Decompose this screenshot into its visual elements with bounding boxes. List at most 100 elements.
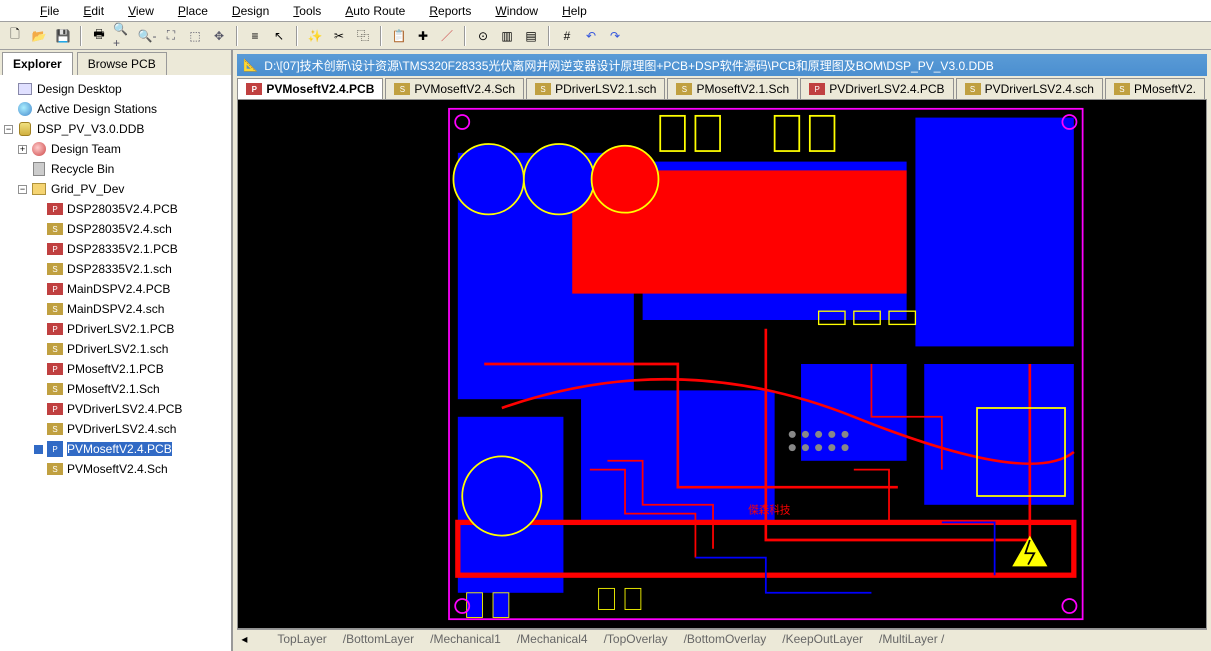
doc-tab-pvdriverlsv2-4-sch[interactable]: SPVDriverLSV2.4.sch — [956, 78, 1103, 100]
tree-file-maindspv2-4-pcb[interactable]: PMainDSPV2.4.PCB — [0, 279, 231, 299]
tree-file-label: PVDriverLSV2.4.PCB — [67, 402, 182, 416]
doc-tab-pdriverlsv2-1-sch[interactable]: SPDriverLSV2.1.sch — [526, 78, 665, 100]
document-path: D:\[07]技术创新\设计资源\TMS320F28335光伏离网并网逆变器设计… — [264, 57, 994, 74]
copy-button[interactable]: ⿻ — [352, 25, 374, 47]
doc-tab-pmoseftv2-[interactable]: S PMoseftV2. — [1105, 78, 1205, 100]
pcb-canvas[interactable]: 傑森科技 — [237, 99, 1207, 629]
zoom-in-button[interactable]: 🔍+ — [112, 25, 134, 47]
select-button[interactable]: ↖ — [268, 25, 290, 47]
tree-file-label: PMoseftV2.1.Sch — [67, 382, 160, 396]
zoom-out-button[interactable]: 🔍- — [136, 25, 158, 47]
tree-design-team[interactable]: +Design Team — [0, 139, 231, 159]
pan-button[interactable]: ✥ — [208, 25, 230, 47]
tree-file-dsp28035v2-4-pcb[interactable]: PDSP28035V2.4.PCB — [0, 199, 231, 219]
via-button[interactable]: ⊙ — [472, 25, 494, 47]
doc-tab-pmoseftv2-1-sch[interactable]: S PMoseftV2.1.Sch — [667, 78, 798, 100]
tree-file-maindspv2-4-sch[interactable]: SMainDSPV2.4.sch — [0, 299, 231, 319]
zoom-sel-button[interactable]: ⬚ — [184, 25, 206, 47]
tree-file-label: DSP28035V2.4.PCB — [67, 202, 178, 216]
menu-tools[interactable]: Tools — [283, 2, 331, 20]
menu-file[interactable]: File — [30, 2, 69, 20]
tree-file-pmoseftv2-1-pcb[interactable]: PPMoseftV2.1.PCB — [0, 359, 231, 379]
menu-place[interactable]: Place — [168, 2, 218, 20]
tab-icon: S — [1114, 83, 1130, 95]
open-button[interactable]: 📂 — [28, 25, 50, 47]
tab-icon: P — [246, 83, 262, 95]
left-panel-tabs: Explorer Browse PCB — [0, 50, 231, 75]
tab-icon: P — [809, 83, 825, 95]
menu-edit[interactable]: Edit — [73, 2, 114, 20]
tree-file-label: MainDSPV2.4.PCB — [67, 282, 170, 296]
layer-tab-bottomlayer[interactable]: /BottomLayer — [337, 631, 420, 647]
layer-tab-multilayer[interactable]: /MultiLayer / — [873, 631, 950, 647]
tree-file-pmoseftv2-1-sch[interactable]: SPMoseftV2.1.Sch — [0, 379, 231, 399]
tab-label: PMoseftV2.1.Sch — [696, 82, 789, 96]
tree-active-stations[interactable]: Active Design Stations — [0, 99, 231, 119]
title-icon: 📐 — [243, 58, 258, 72]
tab-icon: S — [394, 83, 410, 95]
comp1-button[interactable]: ▥ — [496, 25, 518, 47]
tree-recycle-bin[interactable]: Recycle Bin — [0, 159, 231, 179]
undo-button[interactable]: ↶ — [580, 25, 602, 47]
tree-file-pvmoseftv2-4-pcb[interactable]: PPVMoseftV2.4.PCB — [0, 439, 231, 459]
menu-auto-route[interactable]: Auto Route — [335, 2, 415, 20]
menu-help[interactable]: Help — [552, 2, 597, 20]
doc-tab-pvmoseftv2-4-pcb[interactable]: P PVMoseftV2.4.PCB — [237, 78, 383, 100]
tree-file-pdriverlsv2-1-pcb[interactable]: PPDriverLSV2.1.PCB — [0, 319, 231, 339]
zoom-fit-button[interactable]: ⛶ — [160, 25, 182, 47]
toolbar: 🗋📂💾 🖶🔍+🔍-⛶⬚✥ ≡↖ ✨✂⿻ 📋✚／ ⊙▥▤ #↶↷ — [0, 22, 1211, 50]
menu-reports[interactable]: Reports — [419, 2, 481, 20]
tab-label: PMoseftV2. — [1134, 82, 1196, 96]
layer-tab-mechanical1[interactable]: /Mechanical1 — [424, 631, 507, 647]
layer-tab-keepoutlayer[interactable]: /KeepOutLayer — [776, 631, 869, 647]
tree-file-label: PMoseftV2.1.PCB — [67, 362, 164, 376]
tree-ddb-root[interactable]: −DSP_PV_V3.0.DDB — [0, 119, 231, 139]
tree-file-pdriverlsv2-1-sch[interactable]: SPDriverLSV2.1.sch — [0, 339, 231, 359]
tree-file-pvmoseftv2-4-sch[interactable]: SPVMoseftV2.4.Sch — [0, 459, 231, 479]
tab-explorer[interactable]: Explorer — [2, 52, 73, 75]
wizard-button[interactable]: ✨ — [304, 25, 326, 47]
doc-tab-pvdriverlsv2-4-pcb[interactable]: P PVDriverLSV2.4.PCB — [800, 78, 953, 100]
new-button[interactable]: 🗋 — [4, 25, 26, 47]
track-button[interactable]: ／ — [436, 25, 458, 47]
layer-tab-mechanical4[interactable]: /Mechanical4 — [511, 631, 594, 647]
tab-label: PVMoseftV2.4.Sch — [414, 82, 515, 96]
layer-tab-bottomoverlay[interactable]: /BottomOverlay — [678, 631, 773, 647]
paste-button[interactable]: 📋 — [388, 25, 410, 47]
tab-icon: S — [535, 83, 551, 95]
tree-file-label: PVDriverLSV2.4.sch — [67, 422, 176, 436]
tree-file-pvdriverlsv2-4-sch[interactable]: SPVDriverLSV2.4.sch — [0, 419, 231, 439]
menu-design[interactable]: Design — [222, 2, 279, 20]
scroll-left-button[interactable]: ◂ — [237, 632, 251, 646]
grid-button[interactable]: # — [556, 25, 578, 47]
layers-button[interactable]: ≡ — [244, 25, 266, 47]
tab-icon: S — [676, 83, 692, 95]
tab-label: PVDriverLSV2.4.PCB — [829, 82, 944, 96]
tab-label: PVMoseftV2.4.PCB — [266, 82, 374, 96]
horizontal-scrollbar[interactable]: ◂ TopLayer/BottomLayer/Mechanical1/Mecha… — [237, 629, 1207, 647]
cut-button[interactable]: ✂ — [328, 25, 350, 47]
project-tree[interactable]: Design Desktop Active Design Stations −D… — [0, 75, 231, 651]
tree-file-dsp28035v2-4-sch[interactable]: SDSP28035V2.4.sch — [0, 219, 231, 239]
tree-grid-pv-dev[interactable]: −Grid_PV_Dev — [0, 179, 231, 199]
layer-tab-toplayer[interactable]: TopLayer — [271, 631, 332, 647]
menu-view[interactable]: View — [118, 2, 164, 20]
tree-file-label: PVMoseftV2.4.Sch — [67, 462, 168, 476]
redo-button[interactable]: ↷ — [604, 25, 626, 47]
tab-browse-pcb[interactable]: Browse PCB — [77, 52, 167, 75]
menu-window[interactable]: Window — [485, 2, 548, 20]
layer-tab-topoverlay[interactable]: /TopOverlay — [598, 631, 674, 647]
doc-tab-pvmoseftv2-4-sch[interactable]: S PVMoseftV2.4.Sch — [385, 78, 524, 100]
right-panel: 📐 D:\[07]技术创新\设计资源\TMS320F28335光伏离网并网逆变器… — [233, 50, 1211, 651]
tree-file-label: DSP28335V2.1.PCB — [67, 242, 178, 256]
left-panel: Explorer Browse PCB Design Desktop Activ… — [0, 50, 233, 651]
tree-file-dsp28335v2-1-sch[interactable]: SDSP28335V2.1.sch — [0, 259, 231, 279]
tree-file-label: DSP28335V2.1.sch — [67, 262, 172, 276]
tree-file-dsp28335v2-1-pcb[interactable]: PDSP28335V2.1.PCB — [0, 239, 231, 259]
print-button[interactable]: 🖶 — [88, 25, 110, 47]
tree-design-desktop[interactable]: Design Desktop — [0, 79, 231, 99]
cross-button[interactable]: ✚ — [412, 25, 434, 47]
tree-file-pvdriverlsv2-4-pcb[interactable]: PPVDriverLSV2.4.PCB — [0, 399, 231, 419]
comp2-button[interactable]: ▤ — [520, 25, 542, 47]
save-button[interactable]: 💾 — [52, 25, 74, 47]
